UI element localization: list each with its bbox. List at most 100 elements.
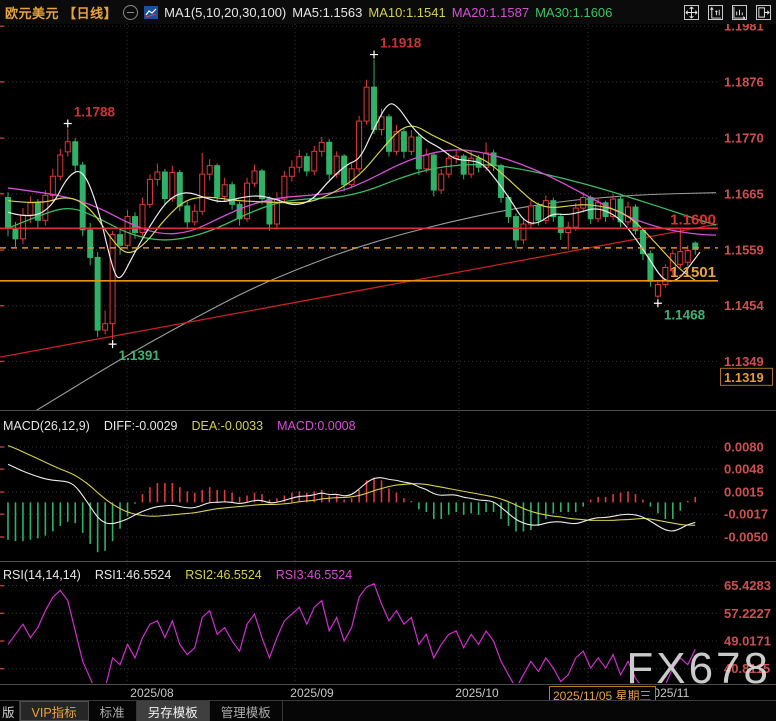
price-axis-label: 1.1559 — [724, 243, 764, 258]
rsi2-value: RSI2:46.5524 — [185, 568, 261, 582]
rsi-axis-label: 57.2227 — [724, 606, 771, 621]
rsi-axis-label: 65.4283 — [724, 578, 771, 593]
macd-axis-label: 0.0015 — [724, 485, 764, 500]
chart-type-icon[interactable] — [144, 6, 158, 19]
candle-body — [282, 176, 287, 199]
candle-body — [170, 173, 175, 199]
min-price-label: 1.1319 — [724, 370, 764, 385]
candle-body — [13, 228, 18, 239]
extreme-price-label: 1.1391 — [119, 348, 161, 363]
macd-title: MACD(26,12,9) — [3, 419, 90, 433]
extreme-price-label: 1.1788 — [74, 105, 116, 120]
candle-body — [431, 155, 436, 190]
chart-svg[interactable]: 1.19811.18761.17701.16651.15591.14541.13… — [0, 0, 776, 686]
tab-partial[interactable]: 版 — [0, 701, 20, 721]
axis-label-aug: 2025/08 — [130, 686, 173, 700]
move-tool-icon[interactable] — [684, 5, 699, 20]
h-line-label: 1.1600 — [670, 211, 716, 228]
time-axis: 2025/08 2025/09 2025/10 2025/11 2025/11/… — [0, 685, 776, 700]
ma30-value: MA30:1.1606 — [535, 5, 612, 20]
pan-right-icon[interactable] — [756, 5, 771, 20]
candle-body — [28, 203, 33, 215]
candle-body — [73, 142, 78, 165]
candle-body — [685, 251, 690, 263]
candle-body — [416, 137, 421, 169]
candle-body — [663, 268, 668, 285]
candle-body — [439, 174, 444, 190]
candle-body — [185, 206, 190, 222]
price-axis-label: 1.1770 — [724, 131, 764, 146]
candle-body — [364, 87, 369, 121]
rsi1-value: RSI1:46.5524 — [95, 568, 171, 582]
template-tabbar: 版 VIP指标 标准 另存模板 管理模板 — [0, 700, 776, 721]
macd-macd-value: MACD:0.0008 — [277, 419, 356, 433]
candle-body — [289, 167, 294, 176]
candle-body — [319, 142, 324, 151]
macd-dea-value: DEA:-0.0033 — [191, 419, 263, 433]
candle-body — [655, 284, 660, 296]
tab-manage-template[interactable]: 管理模板 — [210, 701, 283, 721]
tab-vip-indicators[interactable]: VIP指标 — [20, 701, 89, 721]
candle-body — [678, 252, 683, 265]
candle-body — [200, 174, 205, 211]
candle-body — [342, 156, 347, 185]
price-axis-label: 1.1876 — [724, 74, 764, 89]
ma20-value: MA20:1.1587 — [452, 5, 529, 20]
candle-body — [50, 176, 55, 195]
candle-body — [528, 206, 533, 224]
tab-standard[interactable]: 标准 — [89, 701, 137, 721]
candle-body — [297, 157, 302, 168]
macd-axis-label: 0.0048 — [724, 462, 764, 477]
candle-body — [536, 206, 541, 220]
extreme-price-label: 1.1918 — [380, 36, 422, 51]
macd-axis-label: -0.0017 — [724, 507, 768, 522]
ma-settings-label: MA1(5,10,20,30,100) — [164, 5, 286, 20]
tab-save-template[interactable]: 另存模板 — [137, 701, 210, 721]
candle-body — [581, 197, 586, 208]
candle-body — [215, 166, 220, 197]
candle-body — [103, 324, 108, 330]
collapse-icon[interactable] — [123, 5, 138, 20]
rsi-title: RSI(14,14,14) — [3, 568, 81, 582]
trading-app: 欧元美元 【日线】 MA1(5,10,20,30,100) MA5:1.1563… — [0, 0, 776, 721]
candle-body — [65, 142, 70, 152]
candle-body — [147, 179, 152, 204]
fit-horizontal-icon[interactable] — [732, 5, 747, 20]
candle-body — [499, 166, 504, 198]
macd-axis-label: -0.0050 — [724, 529, 768, 544]
rsi-panel-header: RSI(14,14,14) RSI1:46.5524 RSI2:46.5524 … — [3, 568, 352, 582]
candle-body — [43, 195, 48, 220]
price-axis-label: 1.1665 — [724, 186, 764, 201]
candle-body — [588, 197, 593, 218]
candle-body — [162, 172, 167, 199]
rsi-axis-label: 40.8115 — [724, 661, 770, 676]
candle-body — [118, 235, 123, 246]
candle-body — [357, 121, 362, 169]
candle-body — [327, 142, 332, 174]
candle-body — [95, 257, 100, 330]
candle-body — [386, 117, 391, 151]
candle-body — [521, 224, 526, 240]
candle-body — [573, 208, 578, 227]
ma10-value: MA10:1.1541 — [368, 5, 445, 20]
macd-panel-header: MACD(26,12,9) DIFF:-0.0029 DEA:-0.0033 M… — [3, 419, 356, 433]
rsi-axis-label: 49.0171 — [724, 634, 771, 649]
candle-body — [259, 171, 264, 199]
candle-body — [626, 207, 631, 222]
candle-body — [230, 185, 235, 205]
candle-body — [88, 230, 93, 258]
candle-body — [312, 151, 317, 171]
candle-body — [192, 211, 197, 222]
rsi3-value: RSI3:46.5524 — [276, 568, 352, 582]
candle-body — [58, 155, 63, 176]
axis-label-sep: 2025/09 — [290, 686, 333, 700]
candle-body — [558, 217, 563, 233]
candle-body — [20, 215, 25, 239]
axis-label-oct: 2025/10 — [455, 686, 498, 700]
candle-body — [252, 171, 257, 183]
symbol-title: 欧元美元 【日线】 — [5, 3, 117, 22]
candle-body — [155, 172, 160, 179]
ma5-value: MA5:1.1563 — [292, 5, 362, 20]
h-line-label: 1.1501 — [670, 264, 716, 281]
fit-vertical-icon[interactable] — [708, 5, 723, 20]
